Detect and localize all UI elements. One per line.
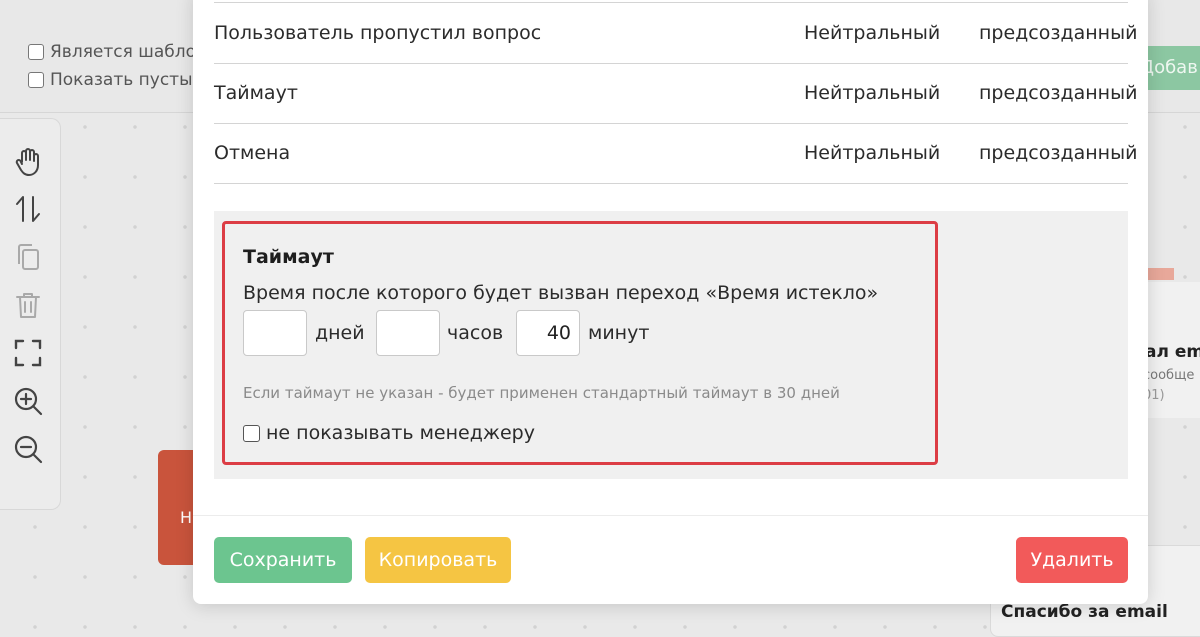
timeout-days-input[interactable] — [243, 310, 307, 356]
hide-from-manager-checkbox[interactable]: не показывать менеджеру — [243, 422, 535, 444]
event-type: Нейтральный — [804, 142, 941, 164]
days-label: дней — [315, 322, 365, 344]
timeout-minutes-input[interactable] — [516, 310, 580, 356]
timeout-section: Таймаут Время после которого будет вызва… — [222, 221, 938, 465]
node-label: Н — [180, 508, 193, 527]
event-type: Нейтральный — [804, 22, 941, 44]
delete-button[interactable]: Удалить — [1016, 537, 1128, 583]
trash-icon[interactable] — [12, 289, 44, 321]
checkbox-box[interactable] — [28, 44, 44, 60]
event-row[interactable]: Таймаут Нейтральный предсозданный — [214, 63, 1137, 124]
zoom-in-icon[interactable] — [12, 385, 44, 417]
checkbox-box[interactable] — [28, 72, 44, 88]
timeout-description: Время после которого будет вызван перехо… — [243, 282, 879, 304]
event-name: Отмена — [214, 142, 291, 164]
event-row[interactable]: Отмена Нейтральный предсозданный — [214, 123, 1137, 184]
hours-label: часов — [447, 322, 504, 344]
copy-button[interactable]: Копировать — [365, 537, 511, 583]
node-accent-strip — [1148, 268, 1174, 280]
is-template-checkbox[interactable]: Является шаблон — [28, 42, 207, 62]
save-button[interactable]: Сохранить — [214, 537, 352, 583]
hand-icon[interactable] — [12, 145, 44, 177]
timeout-hint: Если таймаут не указан - будет применен … — [243, 384, 840, 402]
event-origin: предсозданный — [979, 142, 1138, 164]
hide-from-manager-label: не показывать менеджеру — [266, 422, 535, 444]
node-subtitle: сообще — [1143, 368, 1195, 383]
swap-vertical-icon[interactable] — [12, 193, 44, 225]
event-type: Нейтральный — [804, 82, 941, 104]
minutes-label: минут — [588, 322, 650, 344]
event-name: Пользователь пропустил вопрос — [214, 22, 542, 44]
node-title: ал em — [1145, 342, 1200, 362]
zoom-out-icon[interactable] — [12, 433, 44, 465]
event-origin: предсозданный — [979, 82, 1138, 104]
copy-icon[interactable] — [12, 241, 44, 273]
canvas-toolbar — [0, 118, 61, 510]
event-settings-modal: Пользователь пропустил вопрос Нейтральны… — [193, 0, 1148, 604]
node-title: Спасибо за email — [1001, 602, 1168, 622]
is-template-label: Является шаблон — [50, 42, 208, 62]
event-name: Таймаут — [214, 82, 298, 104]
checkbox-box[interactable] — [243, 424, 260, 442]
show-empty-checkbox[interactable]: Показать пустые в — [28, 70, 218, 90]
event-settings-panel: Таймаут Время после которого будет вызва… — [214, 211, 1128, 479]
event-origin: предсозданный — [979, 22, 1138, 44]
timeout-title: Таймаут — [243, 246, 334, 268]
timeout-hours-input[interactable] — [376, 310, 440, 356]
event-row[interactable]: Пользователь пропустил вопрос Нейтральны… — [214, 2, 1137, 64]
footer-divider — [193, 515, 1148, 516]
canvas-node-email[interactable]: ал em сообще 01) — [1140, 282, 1200, 418]
fullscreen-icon[interactable] — [12, 337, 44, 369]
